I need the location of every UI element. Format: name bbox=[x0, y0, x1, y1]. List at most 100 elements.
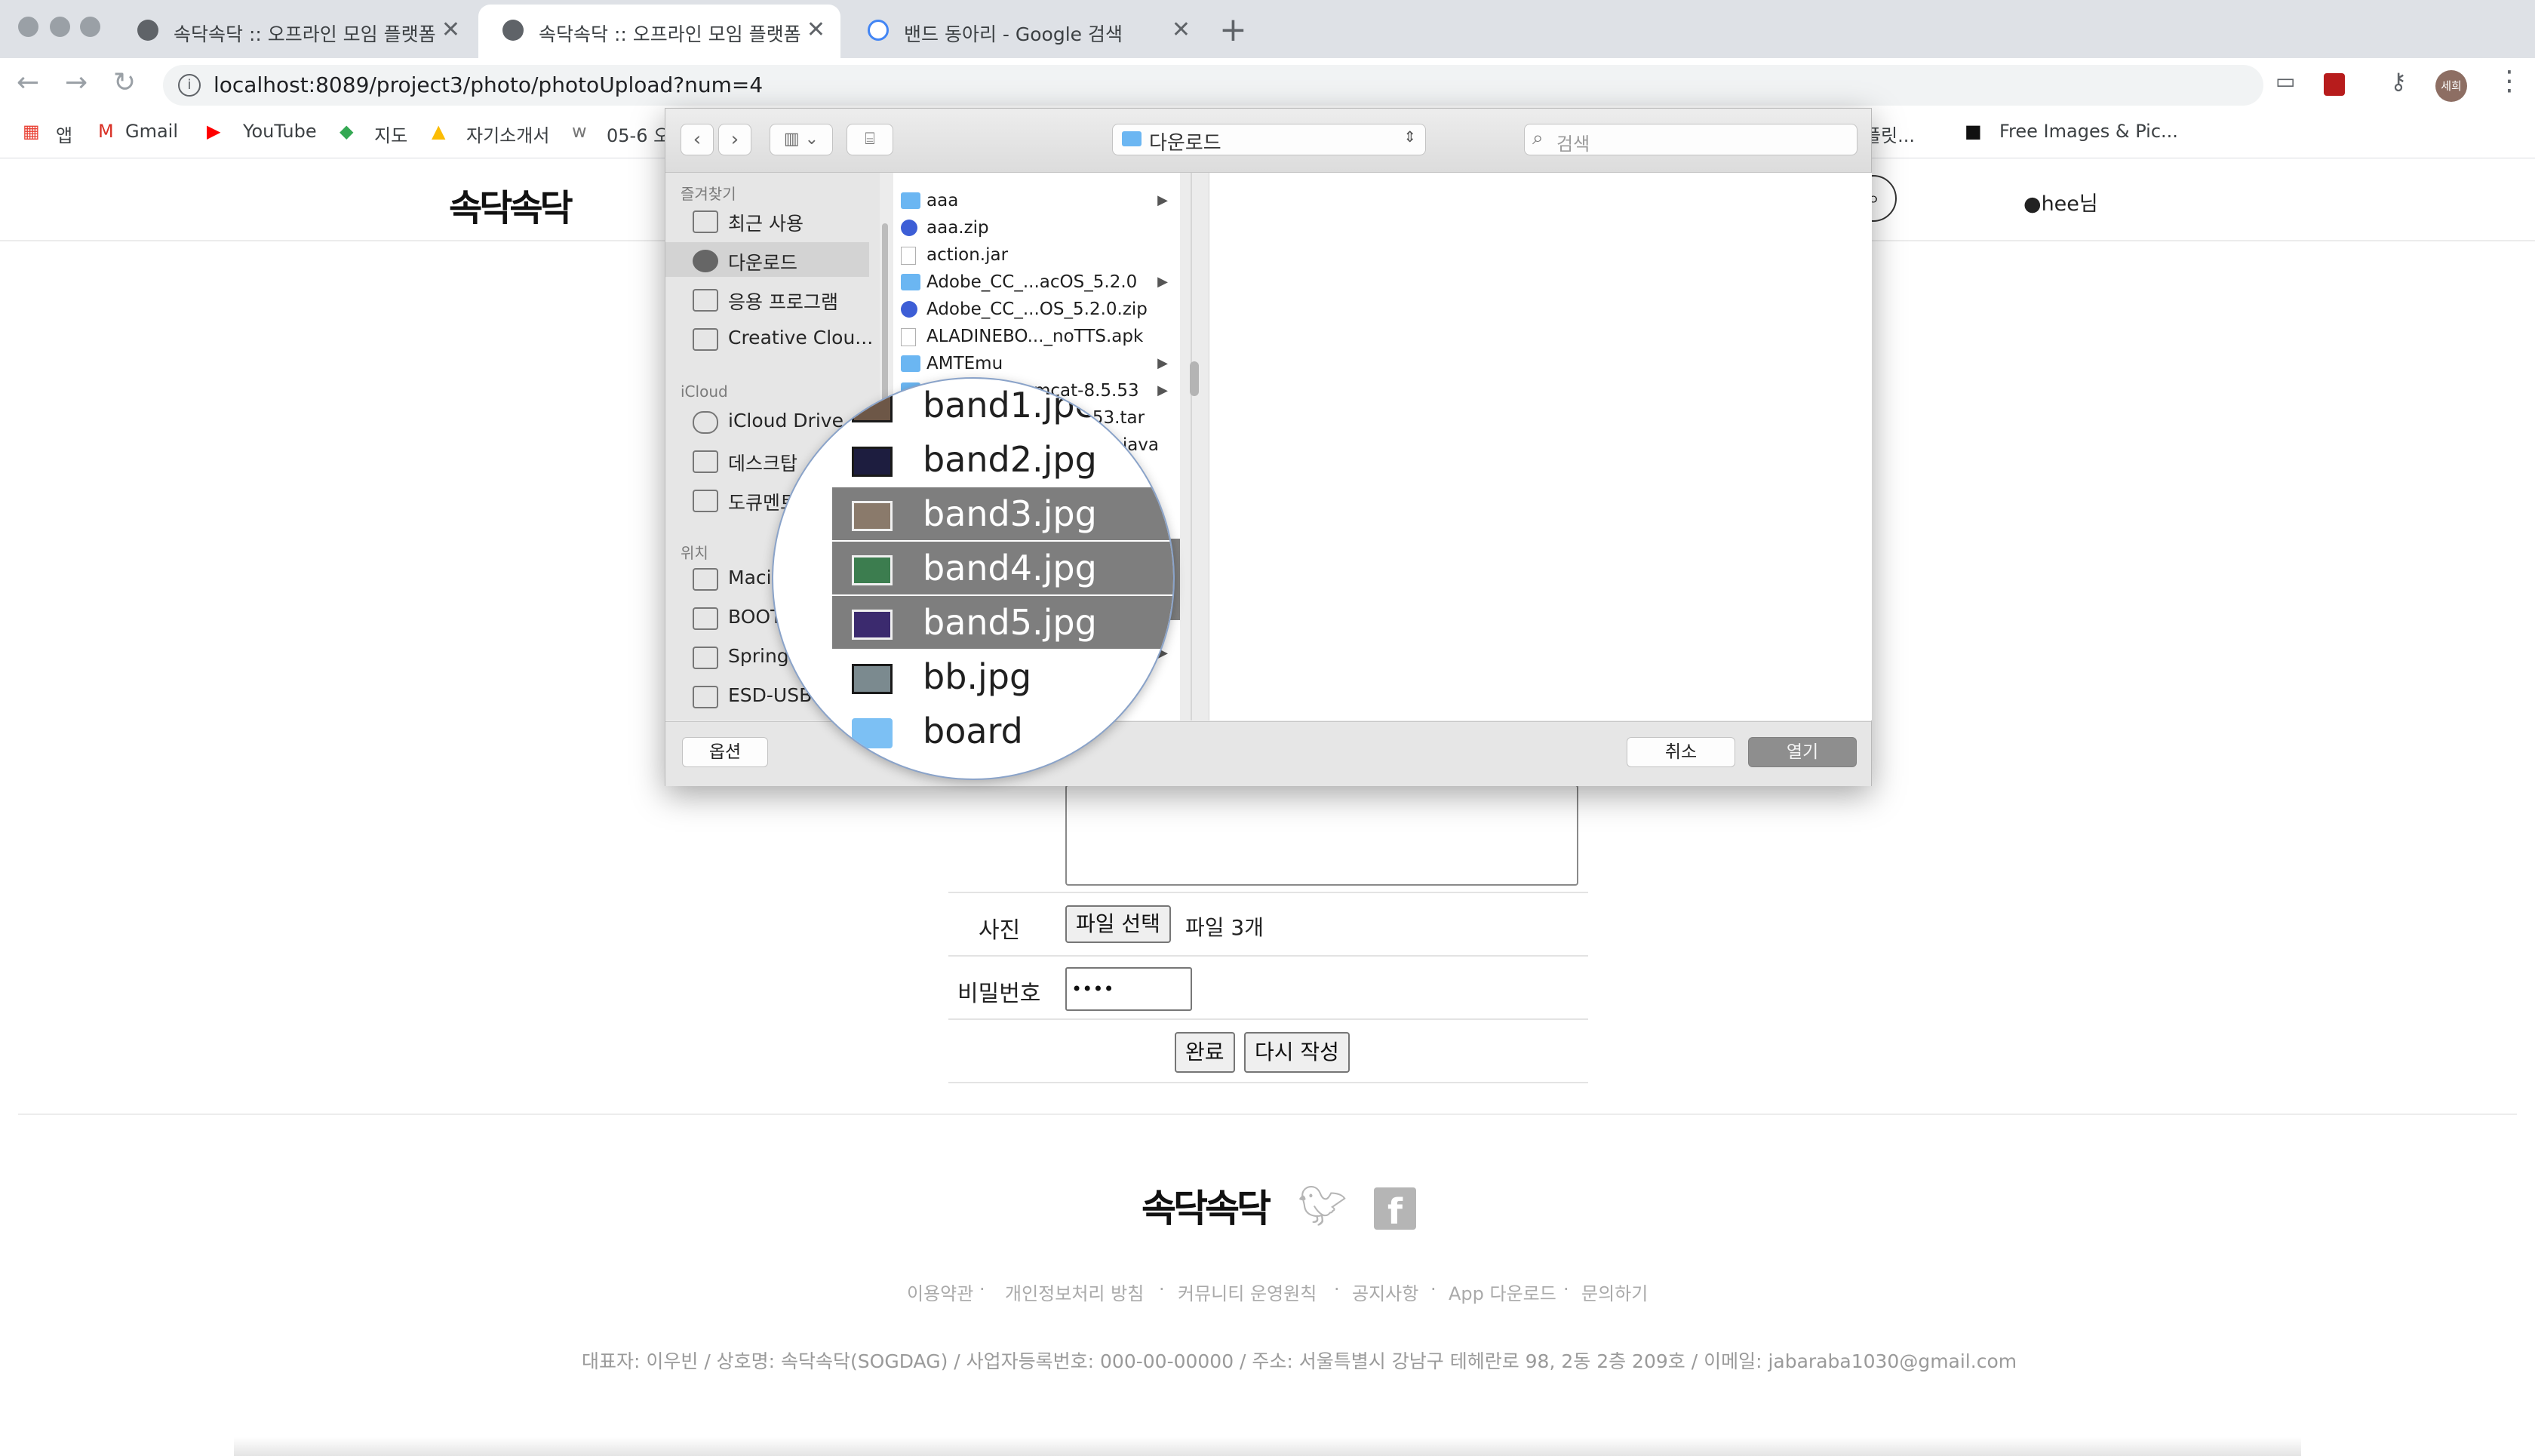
user-menu[interactable]: ●hee님 bbox=[2023, 187, 2098, 217]
footer-link-app[interactable]: App 다운로드 bbox=[1449, 1279, 1556, 1305]
bookmark-apps[interactable]: 앱 bbox=[56, 121, 72, 147]
close-tab-icon[interactable]: ✕ bbox=[807, 17, 825, 43]
sidebar-item-label: iCloud Drive bbox=[728, 410, 843, 432]
bookmark-gmail[interactable]: Gmail bbox=[125, 121, 178, 142]
ublock-icon[interactable] bbox=[2324, 73, 2345, 96]
footer-link-community[interactable]: 커뮤니티 운영원칙 bbox=[1178, 1279, 1317, 1305]
location-dropdown[interactable]: 다운로드 ⇕ bbox=[1112, 124, 1426, 155]
password-row: 비밀번호 •••• bbox=[948, 955, 1588, 1017]
key-icon[interactable]: ⚷ bbox=[2390, 69, 2407, 95]
file-name: bb.jpg bbox=[923, 656, 1032, 697]
footer-divider bbox=[18, 1114, 2517, 1115]
open-button[interactable]: 열기 bbox=[1748, 737, 1857, 767]
file-item[interactable]: AMTEmu ▶ bbox=[893, 351, 1180, 378]
site-logo[interactable]: 속닥속닥 bbox=[449, 178, 573, 231]
maximize-window-button[interactable] bbox=[80, 17, 100, 37]
drive-icon: ▲ bbox=[432, 121, 446, 142]
browser-tab[interactable]: 속닥속닥 :: 오프라인 모임 플랫폼 ✕ bbox=[113, 5, 475, 58]
file-item[interactable]: ALADINEBO..._noTTS.apk bbox=[893, 324, 1180, 351]
image-thumbnail-icon bbox=[852, 664, 893, 694]
browser-tab[interactable]: 밴드 동아리 - Google 검색 ✕ bbox=[843, 5, 1206, 58]
magnified-file-item-selected[interactable]: band3.jpg bbox=[832, 487, 1173, 540]
bookmark-free-images[interactable]: Free Images & Pic... bbox=[1999, 121, 2178, 142]
sidebar-item-applications[interactable]: 응용 프로그램 bbox=[665, 281, 869, 316]
password-input[interactable]: •••• bbox=[1065, 967, 1192, 1011]
file-column-scrollbar[interactable] bbox=[1190, 361, 1199, 396]
file-name: aaa.zip bbox=[926, 218, 989, 238]
file-name: Adobe_CC_...OS_5.2.0.zip bbox=[926, 299, 1148, 319]
chevron-right-icon: ▶ bbox=[1157, 274, 1168, 290]
download-icon bbox=[693, 250, 718, 272]
search-placeholder: 검색 bbox=[1556, 134, 1590, 155]
footer-link-notice[interactable]: 공지사항 bbox=[1352, 1279, 1418, 1305]
bookmark-maps[interactable]: 지도 bbox=[374, 121, 407, 147]
url-text[interactable]: localhost:8089/project3/photo/photoUploa… bbox=[214, 72, 763, 97]
magnified-file-item[interactable]: band1.jpeg bbox=[832, 379, 1173, 432]
desktop-icon bbox=[693, 450, 718, 473]
menu-icon[interactable]: ⋮ bbox=[2496, 66, 2523, 97]
bookmark-selfintro[interactable]: 자기소개서 bbox=[466, 121, 549, 147]
submit-button[interactable]: 완료 bbox=[1175, 1032, 1235, 1073]
close-window-button[interactable] bbox=[18, 17, 38, 37]
column-divider[interactable] bbox=[1191, 173, 1192, 720]
footer-logo[interactable]: 속닥속닥 bbox=[1142, 1178, 1271, 1233]
browser-tabstrip: 속닥속닥 :: 오프라인 모임 플랫폼 ✕ 속닥속닥 :: 오프라인 모임 플랫… bbox=[0, 0, 2535, 58]
disk-icon bbox=[693, 568, 718, 591]
magnified-file-item[interactable]: bb.jpg bbox=[832, 650, 1173, 703]
magnified-file-item[interactable]: board bbox=[832, 705, 1173, 757]
image-thumbnail-icon bbox=[852, 392, 893, 422]
info-icon[interactable]: i bbox=[178, 74, 201, 97]
photo-label: 사진 bbox=[979, 917, 1021, 944]
wiki-icon: w bbox=[572, 121, 587, 142]
footer-link-privacy[interactable]: 개인정보처리 방침 bbox=[1005, 1279, 1144, 1305]
file-name: ALADINEBO..._noTTS.apk bbox=[926, 327, 1144, 346]
file-item[interactable]: aaa ▶ bbox=[893, 188, 1180, 215]
facebook-icon[interactable]: f bbox=[1374, 1187, 1416, 1232]
profile-avatar[interactable]: 세희 bbox=[2435, 70, 2467, 102]
new-folder-icon[interactable]: ⌸ bbox=[847, 124, 893, 155]
magnified-file-item-selected[interactable]: band5.jpg bbox=[832, 596, 1173, 649]
file-name: band2.jpg bbox=[923, 439, 1097, 480]
twitter-icon[interactable]: 🐦︎ bbox=[1298, 1183, 1347, 1229]
tab-title: 밴드 동아리 - Google 검색 bbox=[904, 23, 1123, 45]
globe-icon bbox=[502, 20, 524, 41]
tab-title: 속닥속닥 :: 오프라인 모임 플랫폼 bbox=[539, 23, 801, 45]
updown-icon: ⇕ bbox=[1403, 127, 1416, 146]
minimize-window-button[interactable] bbox=[50, 17, 70, 37]
sidebar-item-label: Creative Clou... bbox=[728, 327, 874, 349]
footer-link-terms[interactable]: 이용약관 bbox=[907, 1279, 973, 1305]
apps-icon[interactable]: ▦ bbox=[23, 121, 40, 142]
file-item[interactable]: aaa.zip bbox=[893, 215, 1180, 242]
forward-icon[interactable]: → bbox=[65, 67, 88, 98]
magnified-file-item[interactable]: band2.jpg bbox=[832, 433, 1173, 486]
back-icon[interactable]: ← bbox=[17, 67, 39, 98]
sidebar-item-recent[interactable]: 최근 사용 bbox=[665, 203, 869, 238]
forward-nav-icon[interactable]: › bbox=[718, 124, 751, 155]
dialog-search-field[interactable]: ⌕ 검색 bbox=[1524, 124, 1857, 155]
browser-tab-active[interactable]: 속닥속닥 :: 오프라인 모임 플랫폼 ✕ bbox=[478, 5, 840, 58]
close-tab-icon[interactable]: ✕ bbox=[1172, 17, 1191, 43]
cast-icon[interactable]: ▭ bbox=[2275, 69, 2295, 94]
bookmark-youtube[interactable]: YouTube bbox=[243, 121, 317, 142]
new-tab-icon[interactable]: + bbox=[1219, 11, 1247, 49]
file-item[interactable]: Adobe_CC_...acOS_5.2.0 ▶ bbox=[893, 269, 1180, 296]
options-button[interactable]: 옵션 bbox=[682, 737, 768, 767]
jar-icon bbox=[901, 247, 916, 265]
magnified-file-item-selected[interactable]: band4.jpg bbox=[832, 542, 1173, 594]
cloud-icon bbox=[693, 411, 718, 434]
content-textarea[interactable] bbox=[1065, 785, 1578, 886]
folder-icon bbox=[901, 274, 920, 290]
footer-link-contact[interactable]: 문의하기 bbox=[1581, 1279, 1648, 1305]
cancel-button[interactable]: 취소 bbox=[1627, 737, 1735, 767]
sidebar-item-downloads[interactable]: 다운로드 bbox=[665, 242, 869, 277]
view-mode-icon[interactable]: ▥ ⌄ bbox=[770, 124, 833, 155]
file-item[interactable]: action.jar bbox=[893, 242, 1180, 269]
sidebar-item-creative-cloud[interactable]: Creative Clou... bbox=[665, 321, 873, 355]
reset-button[interactable]: 다시 작성 bbox=[1244, 1032, 1350, 1073]
reload-icon[interactable]: ↻ bbox=[113, 67, 136, 98]
file-item[interactable]: Adobe_CC_...OS_5.2.0.zip bbox=[893, 296, 1180, 324]
file-select-button[interactable]: 파일 선택 bbox=[1065, 905, 1171, 943]
disk-icon bbox=[693, 686, 718, 708]
close-tab-icon[interactable]: ✕ bbox=[441, 17, 460, 43]
back-nav-icon[interactable]: ‹ bbox=[681, 124, 714, 155]
